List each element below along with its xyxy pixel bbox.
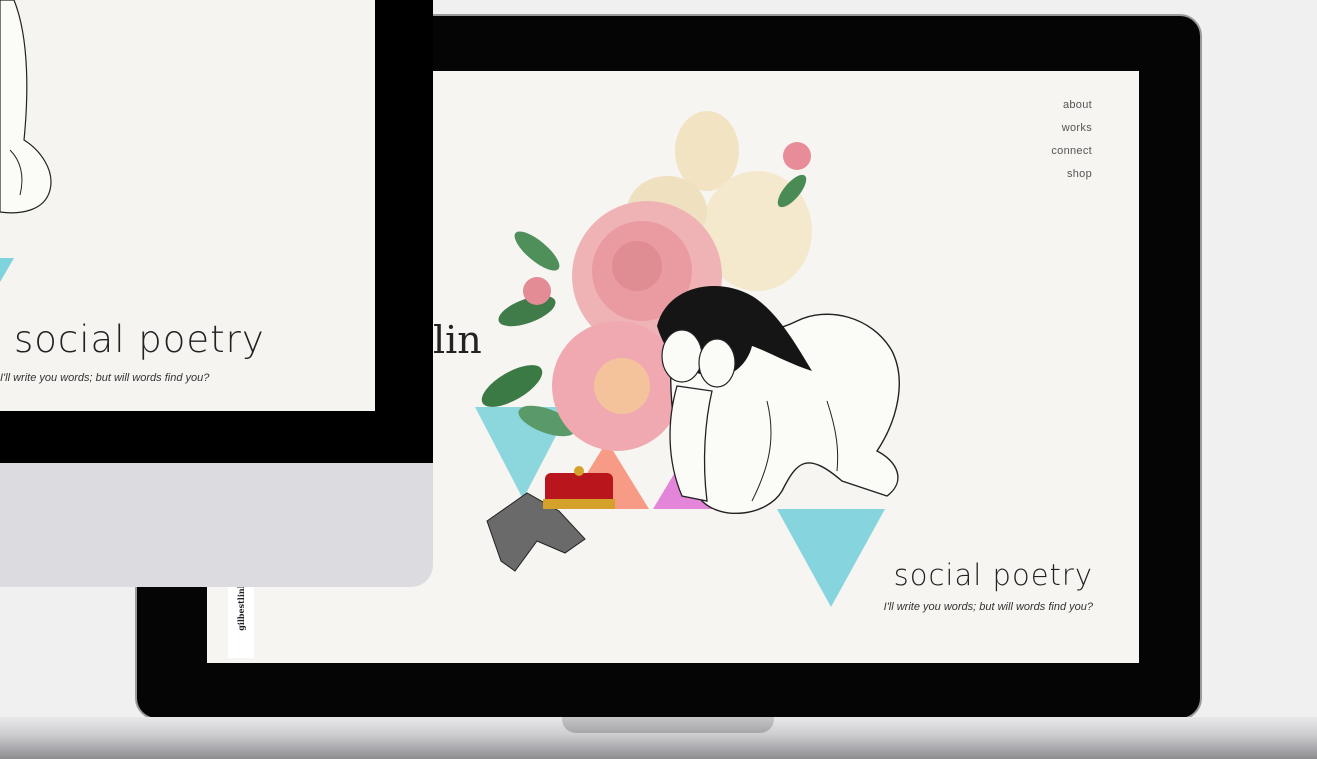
site-tagline: I'll write you words; but will words fin…	[883, 601, 1093, 613]
monitor-screen: social poetry I'll write you words; but …	[0, 0, 375, 411]
nav-works[interactable]: works	[1062, 122, 1092, 134]
nav-about[interactable]: about	[1063, 99, 1092, 111]
monitor-chin	[0, 463, 433, 587]
nav-connect[interactable]: connect	[1051, 145, 1092, 157]
partial-heading: lin	[433, 318, 482, 362]
monitor-illustration	[0, 0, 52, 282]
laptop-notch	[562, 717, 774, 733]
hero-illustration	[475, 111, 900, 607]
site-title: social poetry	[893, 558, 1093, 592]
monitor-tagline: I'll write you words; but will words fin…	[0, 372, 210, 384]
nav-shop[interactable]: shop	[1067, 168, 1092, 180]
monitor-title: social poetry	[14, 318, 265, 361]
